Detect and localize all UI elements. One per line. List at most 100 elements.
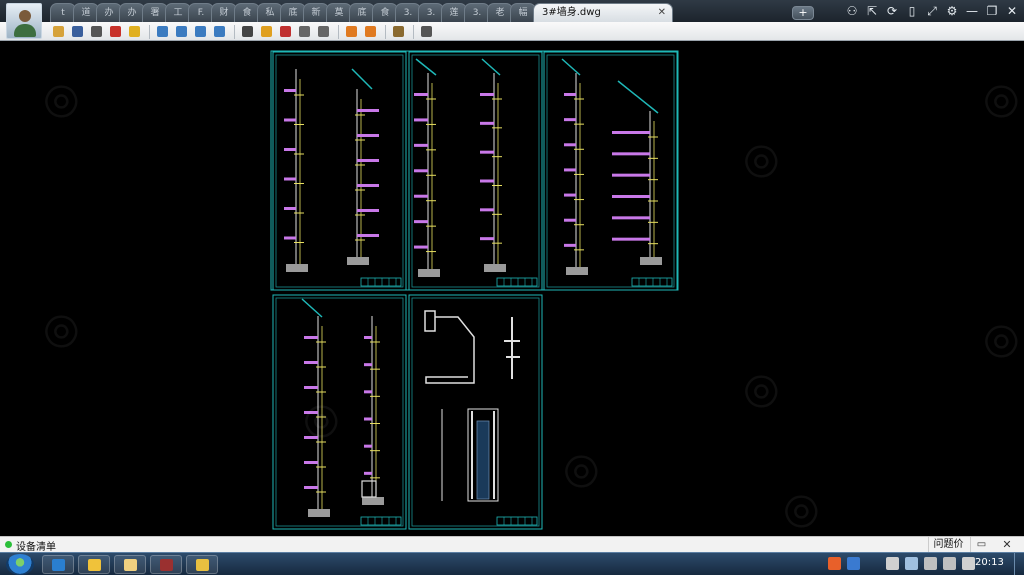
sheet-frame	[272, 51, 407, 291]
undo-button[interactable]	[296, 23, 313, 40]
export-button[interactable]	[418, 23, 435, 40]
open-button[interactable]	[50, 23, 67, 40]
layers-button[interactable]	[390, 23, 407, 40]
foundation	[347, 257, 369, 265]
sheet-inner-frame	[411, 297, 540, 527]
qq-icon	[88, 559, 101, 571]
status-close-button[interactable]: ✕	[996, 537, 1018, 552]
close-button[interactable]: ✕	[1004, 3, 1020, 19]
share-icon[interactable]: ⇱	[864, 3, 880, 19]
floor-slab	[364, 417, 372, 421]
pdf-button[interactable]	[107, 23, 124, 40]
battery-icon[interactable]	[924, 557, 937, 570]
fullscreen-icon[interactable]: ⤢	[924, 3, 940, 19]
taskbar-app[interactable]	[186, 555, 218, 574]
clock[interactable]: 20:13	[975, 557, 1004, 568]
drawing-canvas[interactable]: ◎ ◎ ◎ ◎ ◎ ◎ ◎ ◎ ◎	[0, 41, 1024, 536]
winrar-icon	[160, 559, 173, 571]
tab-label: 办	[127, 8, 137, 18]
pdf-icon	[110, 26, 121, 37]
parapet	[301, 298, 323, 318]
toolbar-separator	[234, 24, 235, 39]
drawing-outer-border	[270, 50, 679, 291]
ie-icon	[52, 559, 65, 571]
chat-icon[interactable]: ▭	[970, 537, 992, 552]
floor-slab	[284, 236, 296, 240]
floor-slab	[364, 336, 372, 339]
gear-icon[interactable]: ⚙	[944, 3, 960, 19]
taskbar-app[interactable]	[78, 555, 110, 574]
dimension-button[interactable]	[362, 23, 379, 40]
markup-pen-button[interactable]	[277, 23, 294, 40]
start-button[interactable]	[6, 554, 34, 575]
pan-button[interactable]	[154, 23, 171, 40]
tab-label: 莲	[449, 8, 459, 18]
new-tab-button[interactable]: +	[792, 6, 814, 20]
foundation	[362, 497, 384, 505]
restore-button[interactable]: ❐	[984, 3, 1000, 19]
tab-label: 新	[311, 8, 321, 18]
avatar[interactable]	[6, 3, 42, 39]
zoom-in-icon	[176, 26, 187, 37]
tab-label: 3.	[403, 8, 413, 18]
floor-slab	[284, 207, 296, 210]
lock-button[interactable]	[126, 23, 143, 40]
floor-slab	[304, 336, 318, 339]
pencil-icon	[261, 26, 272, 37]
users-icon[interactable]: ⚇	[844, 3, 860, 19]
foundation	[640, 257, 662, 265]
foundation	[286, 264, 308, 272]
print-button[interactable]	[88, 23, 105, 40]
pencil-button[interactable]	[258, 23, 275, 40]
volume-icon[interactable]	[962, 557, 975, 570]
status-text[interactable]: 设备清单	[16, 538, 56, 553]
floor-slab	[284, 118, 296, 122]
measure-button[interactable]	[343, 23, 360, 40]
zoom-window-icon	[214, 26, 225, 37]
flag-icon[interactable]	[886, 557, 899, 570]
tab-close-icon[interactable]: ✕	[658, 4, 666, 22]
floor-slab	[414, 220, 428, 224]
parapet	[561, 58, 581, 76]
print-icon	[91, 26, 102, 37]
cad-viewer-icon	[196, 559, 209, 571]
floor-slab	[480, 93, 494, 96]
window-elevation	[476, 420, 490, 500]
document-tabs: t 道 办 办 署 工 F. 财 食 私 底 新 莫 底 食 3. 3. 莲 3. 老 幅 3#墙身.dwg ✕	[50, 3, 673, 22]
redo-icon	[318, 26, 329, 37]
taskbar-app[interactable]	[114, 555, 146, 574]
sogou-icon[interactable]	[828, 557, 841, 570]
foundation	[418, 269, 440, 277]
feedback-button[interactable]: 问题价	[928, 537, 968, 552]
sync-icon[interactable]: ⟳	[884, 3, 900, 19]
redo-button[interactable]	[315, 23, 332, 40]
floor-slab	[304, 486, 318, 489]
taskbar-app[interactable]	[150, 555, 182, 574]
taskbar-app[interactable]	[42, 555, 74, 574]
floor-slab	[480, 121, 494, 125]
minimize-button[interactable]: —	[964, 3, 980, 19]
show-desktop-button[interactable]	[1014, 553, 1024, 575]
text-button[interactable]	[239, 23, 256, 40]
floor-slab	[284, 89, 296, 92]
system-tray	[828, 557, 975, 570]
measure-icon	[346, 26, 357, 37]
signal-icon[interactable]	[943, 557, 956, 570]
window-controls: ⚇ ⇱ ⟳ ▯ ⤢ ⚙ — ❐ ✕	[844, 3, 1020, 19]
floor-slab	[564, 193, 576, 197]
network-icon[interactable]	[905, 557, 918, 570]
watermark: ◎	[735, 358, 792, 419]
help-icon[interactable]	[847, 557, 860, 570]
zoom-out-button[interactable]	[192, 23, 209, 40]
tab-label: 食	[380, 8, 390, 18]
tab-active-document[interactable]: 3#墙身.dwg ✕	[533, 3, 673, 22]
zoom-window-button[interactable]	[211, 23, 228, 40]
export-icon	[421, 26, 432, 37]
drawing-svg: ◎ ◎ ◎ ◎ ◎ ◎ ◎ ◎ ◎	[35, 50, 1024, 536]
phone-icon[interactable]: ▯	[904, 3, 920, 19]
parapet	[415, 58, 437, 76]
floor-slab	[480, 179, 494, 183]
floor-slab	[612, 237, 650, 241]
save-button[interactable]	[69, 23, 86, 40]
zoom-in-button[interactable]	[173, 23, 190, 40]
